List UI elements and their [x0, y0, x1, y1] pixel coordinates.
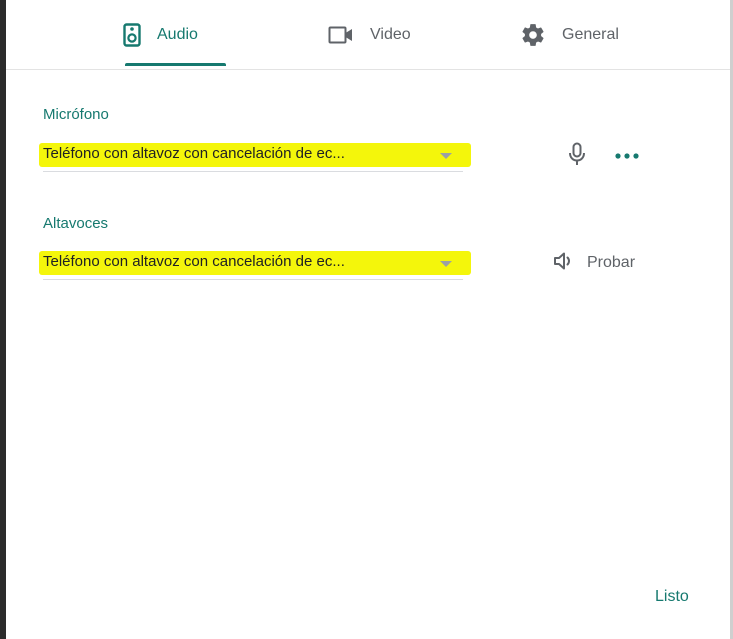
gear-icon: [520, 22, 546, 48]
tab-audio-label: Audio: [157, 25, 198, 43]
speaker-icon: [123, 22, 141, 47]
speakers-selected-value: Teléfono con altavoz con cancelación de …: [43, 253, 345, 270]
videocam-icon: [328, 25, 354, 45]
settings-dialog: Audio Video General Micrófono Teléfono c…: [0, 0, 733, 639]
tab-audio[interactable]: Audio: [123, 0, 198, 69]
done-button[interactable]: Listo: [655, 588, 689, 606]
settings-tabs: Audio Video General: [6, 0, 730, 70]
microphone-title: Micrófono: [43, 106, 109, 123]
mic-icon: [568, 142, 586, 171]
microphone-selected-value: Teléfono con altavoz con cancelación de …: [43, 145, 345, 162]
tab-general-label: General: [562, 25, 619, 43]
more-options-button[interactable]: [614, 150, 640, 160]
test-speakers-label: Probar: [587, 254, 636, 271]
tab-video[interactable]: Video: [328, 0, 411, 69]
more-options-icon: [615, 146, 639, 164]
window-edge: [0, 0, 6, 639]
chevron-down-icon: [440, 153, 452, 159]
volume-icon: [553, 251, 575, 276]
microphone-select[interactable]: Teléfono con altavoz con cancelación de …: [39, 141, 471, 172]
tab-general[interactable]: General: [520, 0, 619, 69]
speakers-select[interactable]: Teléfono con altavoz con cancelación de …: [39, 249, 471, 280]
mic-test-button[interactable]: [567, 142, 587, 171]
active-tab-indicator: [125, 63, 226, 66]
speakers-title: Altavoces: [43, 215, 109, 232]
test-speakers-button[interactable]: Probar: [553, 250, 635, 276]
chevron-down-icon: [440, 261, 452, 267]
tab-video-label: Video: [370, 25, 411, 43]
